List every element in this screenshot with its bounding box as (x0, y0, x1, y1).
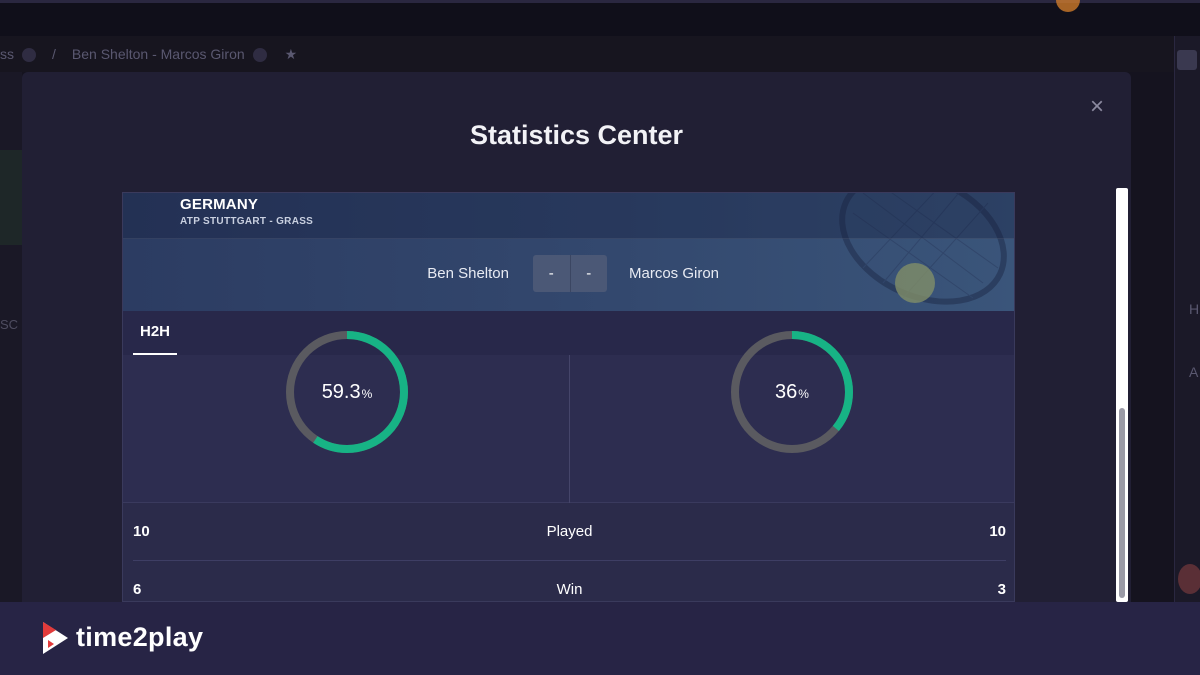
close-icon[interactable]: × (1086, 95, 1108, 119)
background-topbar (0, 0, 1200, 36)
statistics-modal: Statistics Center × GERMANY ATP STUTTGAR… (22, 72, 1131, 602)
chevron-down-icon (22, 48, 36, 62)
player2-win-gauge: 36% (727, 327, 857, 457)
checkbox-icon (1177, 50, 1197, 70)
country-row: GERMANY ATP STUTTGART - GRASS (123, 193, 1014, 239)
score-box: - - (533, 255, 607, 292)
country-name: GERMANY (180, 196, 259, 213)
background-image-strip (0, 150, 22, 245)
background-left-text: SC (0, 317, 19, 332)
chevron-down-icon (252, 48, 267, 62)
background-breadcrumb: ss / Ben Shelton - Marcos Giron ★ (0, 36, 1200, 72)
player1-score: - (533, 255, 571, 292)
win-percentage-gauges: 59.3% 36% (123, 331, 1014, 503)
tournament-name: ATP STUTTGART - GRASS (180, 216, 314, 227)
match-header: GERMANY ATP STUTTGART - GRASS Ben Shelto… (123, 193, 1014, 311)
brand-name: time2play (76, 622, 204, 652)
match-row: Ben Shelton - - Marcos Giron (123, 255, 1014, 295)
breadcrumb-separator: / (52, 46, 56, 62)
player2-played: 10 (989, 523, 1006, 540)
player2-score: - (586, 265, 592, 282)
breadcrumb-prev: ss (0, 46, 14, 62)
brand-footer: time2play (0, 602, 1200, 675)
stat-label-played: Played (546, 523, 593, 540)
background-right-panel: H A (1174, 36, 1200, 602)
player2-wins: 3 (997, 581, 1006, 598)
background-image (1178, 564, 1200, 594)
time2play-logo-icon (43, 622, 68, 654)
player1-name: Ben Shelton (427, 265, 509, 282)
stat-label-win: Win (556, 581, 583, 598)
star-icon: ★ (284, 45, 298, 62)
player2-win-percent: 36% (775, 380, 809, 403)
scrollbar-thumb[interactable] (1119, 408, 1125, 598)
modal-scrollbar[interactable] (1116, 188, 1128, 602)
player2-name: Marcos Giron (629, 265, 720, 282)
stat-row-win: 6 Win 3 (133, 561, 1006, 601)
statistics-widget: GERMANY ATP STUTTGART - GRASS Ben Shelto… (122, 192, 1015, 602)
player1-win-percent: 59.3% (321, 380, 373, 403)
background-left-panel: SC (0, 72, 22, 602)
stat-row-played: 10 Played 10 (133, 503, 1006, 561)
tab-h2h[interactable]: H2H (133, 311, 177, 355)
background-right-text: H (1189, 301, 1200, 317)
player1-win-gauge: 59.3% (282, 327, 412, 457)
tab-bar: H2H (123, 311, 1014, 355)
modal-title: Statistics Center (469, 120, 684, 150)
background-right-text: A (1189, 364, 1199, 380)
gauge-divider (569, 355, 570, 503)
breadcrumb-current: Ben Shelton - Marcos Giron (71, 46, 245, 62)
